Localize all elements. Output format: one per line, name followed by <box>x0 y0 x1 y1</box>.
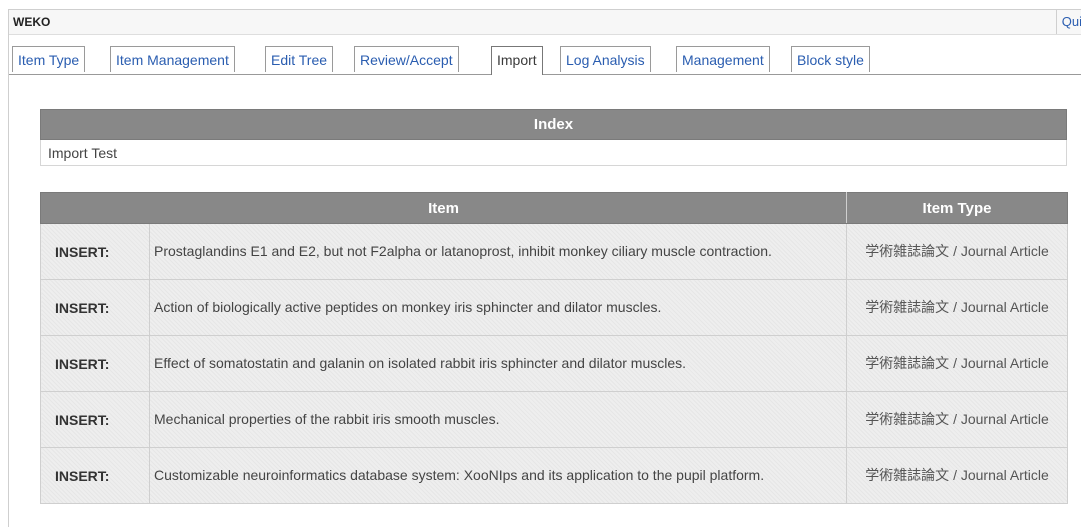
item-type-value: 学術雑誌論文 / Journal Article <box>846 447 1068 504</box>
tab-block-style[interactable]: Block style <box>791 46 870 72</box>
tab-import[interactable]: Import <box>491 46 543 75</box>
quick-link[interactable]: Qui <box>1055 10 1081 34</box>
tab-log-analysis[interactable]: Log Analysis <box>560 46 651 72</box>
table-row: INSERT: Effect of somatostatin and galan… <box>40 335 1068 392</box>
item-title: Customizable neuroinformatics database s… <box>149 447 847 504</box>
item-type-value: 学術雑誌論文 / Journal Article <box>846 391 1068 448</box>
weko-window: WEKO Qui Item Type Item Management Edit … <box>8 9 1081 527</box>
operation-label: INSERT: <box>40 391 150 448</box>
index-header: Index <box>40 109 1067 140</box>
tab-bar: Item Type Item Management Edit Tree Revi… <box>9 46 1081 75</box>
item-title: Mechanical properties of the rabbit iris… <box>149 391 847 448</box>
table-row: INSERT: Mechanical properties of the rab… <box>40 391 1068 448</box>
item-type-value: 学術雑誌論文 / Journal Article <box>846 335 1068 392</box>
item-column-header: Item <box>40 192 847 224</box>
table-row: INSERT: Prostaglandins E1 and E2, but no… <box>40 223 1068 280</box>
operation-label: INSERT: <box>40 223 150 280</box>
item-type-column-header: Item Type <box>846 192 1068 224</box>
operation-label: INSERT: <box>40 335 150 392</box>
item-title: Effect of somatostatin and galanin on is… <box>149 335 847 392</box>
app-title: WEKO <box>13 15 51 29</box>
index-table: Index Import Test <box>40 109 1067 166</box>
table-row: INSERT: Customizable neuroinformatics da… <box>40 447 1068 504</box>
title-bar: WEKO Qui <box>9 10 1081 35</box>
tab-item-management[interactable]: Item Management <box>110 46 235 72</box>
item-title: Prostaglandins E1 and E2, but not F2alph… <box>149 223 847 280</box>
operation-label: INSERT: <box>40 279 150 336</box>
tab-management[interactable]: Management <box>676 46 770 72</box>
item-title: Action of biologically active peptides o… <box>149 279 847 336</box>
tab-review-accept[interactable]: Review/Accept <box>354 46 459 72</box>
index-value: Import Test <box>40 139 1067 166</box>
tab-edit-tree[interactable]: Edit Tree <box>265 46 334 72</box>
item-type-value: 学術雑誌論文 / Journal Article <box>846 279 1068 336</box>
tab-item-type[interactable]: Item Type <box>12 46 86 72</box>
items-table: Item Item Type INSERT: Prostaglandins E1… <box>40 192 1068 504</box>
item-type-value: 学術雑誌論文 / Journal Article <box>846 223 1068 280</box>
operation-label: INSERT: <box>40 447 150 504</box>
table-row: INSERT: Action of biologically active pe… <box>40 279 1068 336</box>
